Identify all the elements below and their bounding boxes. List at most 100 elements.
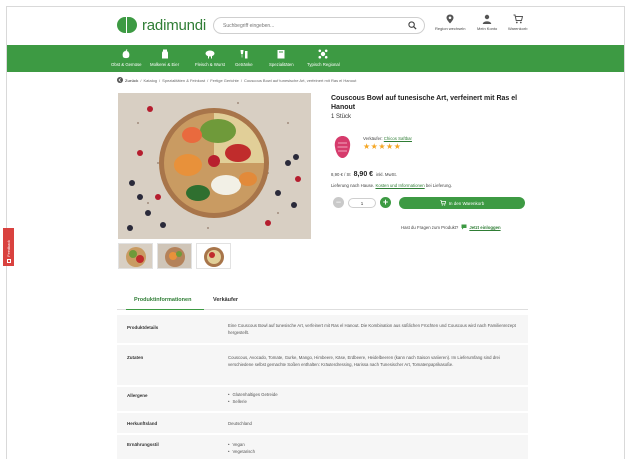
- detail-value-list: Vegan Vegetarisch: [228, 441, 518, 455]
- thumbnail-1[interactable]: [118, 243, 153, 269]
- cart-header-button[interactable]: Warenkorb: [508, 14, 527, 31]
- seller-prefix: Verkäufer:: [363, 136, 383, 141]
- seller-logo[interactable]: [333, 135, 352, 159]
- star-icon: ★: [386, 142, 394, 151]
- meat-icon: [205, 50, 215, 59]
- list-item: Sellerie: [228, 398, 518, 405]
- thumbnail-2[interactable]: [157, 243, 192, 269]
- nav-label: Typisch Regional: [307, 62, 340, 67]
- thumbnail-strip: [118, 243, 235, 269]
- product-title: Couscous Bowl auf tunesische Art, verfei…: [331, 95, 518, 111]
- cart-icon: [439, 200, 446, 206]
- quantity-decrease-button[interactable]: −: [333, 197, 344, 208]
- nav-item-molkerei-eier[interactable]: Molkerei & Eier: [150, 49, 179, 67]
- nav-label: Spezialitäten: [269, 62, 294, 67]
- breadcrumb-separator: /: [140, 77, 142, 83]
- seller-info: Verkäufer: Chicos Saftbar: [363, 136, 412, 141]
- category-nav: Obst & Gemüse Molkerei & Eier Fleisch & …: [7, 45, 624, 72]
- cart-label: Warenkorb: [508, 26, 528, 31]
- tab-verkaeufer[interactable]: Verkäufer: [213, 297, 238, 303]
- add-to-cart-label: In den Warenkorb: [448, 200, 485, 206]
- detail-row-allergene: Allergene Glutenhaltiges Getreide Seller…: [117, 387, 528, 411]
- active-tab-indicator: [126, 308, 204, 310]
- nav-item-fleisch-wurst[interactable]: Fleisch & Wurst: [195, 49, 225, 67]
- rating-stars: ★ ★ ★ ★ ★: [363, 143, 401, 151]
- nav-item-typisch-regional[interactable]: Typisch Regional: [307, 49, 340, 67]
- login-link[interactable]: Jetzt einloggen: [469, 225, 500, 230]
- nav-label: Fleisch & Wurst: [195, 62, 226, 67]
- regional-icon: [318, 49, 328, 59]
- star-icon: ★: [378, 142, 386, 151]
- delivery-prefix: Lieferung nach Hause.: [331, 183, 375, 188]
- nav-item-getraenke[interactable]: Getränke: [235, 49, 253, 67]
- quantity-increase-button[interactable]: +: [380, 197, 391, 208]
- breadcrumb-spezialitaeten[interactable]: Spezialitäten & Feinkost: [162, 78, 205, 83]
- detail-value: Eine Couscous Bowl auf tunesische Art, v…: [228, 323, 516, 335]
- list-item: Vegetarisch: [228, 448, 518, 455]
- breadcrumb-back[interactable]: Zurück: [125, 78, 138, 83]
- feedback-icon: [6, 259, 11, 263]
- search-input[interactable]: [223, 22, 393, 29]
- search-bar[interactable]: [213, 17, 425, 34]
- nav-label: Obst & Gemüse: [111, 62, 142, 67]
- detail-value-list: Glutenhaltiges Getreide Sellerie: [228, 391, 518, 405]
- account-button[interactable]: Mein Konto: [477, 14, 497, 31]
- thumbnail-image: [158, 244, 191, 268]
- question-text: Hast du Fragen zum Produkt?: [401, 224, 459, 230]
- region-label: Region wechseln: [435, 26, 466, 31]
- price: 8,90 €: [353, 171, 374, 178]
- tab-produktinformationen[interactable]: Produktinformationen: [134, 297, 191, 303]
- chat-icon: [461, 224, 467, 230]
- detail-label: Ernährungsstil: [127, 442, 159, 447]
- breadcrumb-katalog[interactable]: Katalog: [143, 78, 157, 83]
- cart-icon: [513, 14, 523, 24]
- feedback-label: Feedback: [6, 240, 11, 257]
- drinks-icon: [240, 50, 248, 59]
- product-image[interactable]: [118, 93, 311, 239]
- seller-link[interactable]: Chicos Saftbar: [384, 136, 412, 141]
- back-icon[interactable]: [117, 77, 123, 83]
- breadcrumb-fertige-gerichte[interactable]: Fertige Gerichte: [210, 78, 239, 83]
- detail-label: Zutaten: [127, 355, 144, 360]
- delivery-costs-link[interactable]: Kosten und Informationen: [375, 183, 424, 188]
- thumbnail-image: [197, 244, 230, 268]
- nav-item-spezialitaeten[interactable]: Spezialitäten: [269, 49, 294, 67]
- price-vat: inkl. MwSt.: [376, 172, 397, 177]
- page-frame: radimundi Region wechseln Mein Konto War…: [6, 6, 625, 459]
- list-item: Glutenhaltiges Getreide: [228, 391, 518, 398]
- detail-row-ernaehrung: Ernährungsstil Vegan Vegetarisch: [117, 435, 528, 459]
- feedback-tab[interactable]: Feedback: [3, 228, 14, 266]
- product-question: Hast du Fragen zum Produkt? Jetzt einlog…: [401, 224, 501, 230]
- breadcrumb-separator: /: [159, 77, 161, 83]
- breadcrumb: Zurück / Katalog / Spezialitäten & Feink…: [117, 77, 358, 83]
- breadcrumb-separator: /: [240, 77, 243, 83]
- list-item: Vegan: [228, 441, 518, 448]
- detail-row-zutaten: Zutaten Couscous, Avocado, Tomate, Gurke…: [117, 345, 528, 385]
- account-label: Mein Konto: [477, 26, 498, 31]
- quantity-input[interactable]: [348, 198, 376, 208]
- dairy-icon: [161, 49, 168, 59]
- price-line: 8,90 € / St 8,90 € inkl. MwSt.: [331, 171, 397, 178]
- delivery-info: Lieferung nach Hause. Kosten und Informa…: [331, 183, 452, 188]
- product-tabs: Produktinformationen Verkäufer: [117, 291, 528, 310]
- specialties-icon: [277, 50, 285, 59]
- thumbnail-image: [119, 244, 152, 268]
- nav-item-obst-gemuese[interactable]: Obst & Gemüse: [111, 49, 142, 67]
- detail-value: Couscous, Avocado, Tomate, Gurke, Mango,…: [228, 355, 500, 367]
- thumbnail-3[interactable]: [196, 243, 231, 269]
- detail-row-herkunftsland: Herkunftsland Deutschland: [117, 413, 528, 433]
- logo[interactable]: radimundi: [117, 15, 206, 35]
- detail-row-produktdetails: Produktdetails Eine Couscous Bowl auf tu…: [117, 315, 528, 343]
- user-icon: [482, 14, 492, 24]
- breadcrumb-separator: /: [207, 77, 209, 83]
- detail-label: Herkunftsland: [127, 421, 158, 426]
- add-to-cart-button[interactable]: In den Warenkorb: [399, 197, 525, 209]
- star-icon: ★: [363, 142, 371, 151]
- region-button[interactable]: Region wechseln: [435, 14, 465, 31]
- logo-text: radimundi: [142, 16, 207, 34]
- detail-label: Allergene: [127, 393, 148, 398]
- search-icon[interactable]: [408, 21, 417, 30]
- star-icon: ★: [370, 142, 378, 151]
- detail-value: Deutschland: [228, 421, 252, 426]
- breadcrumb-current: Couscous Bowl auf tunesische Art, verfei…: [244, 77, 357, 83]
